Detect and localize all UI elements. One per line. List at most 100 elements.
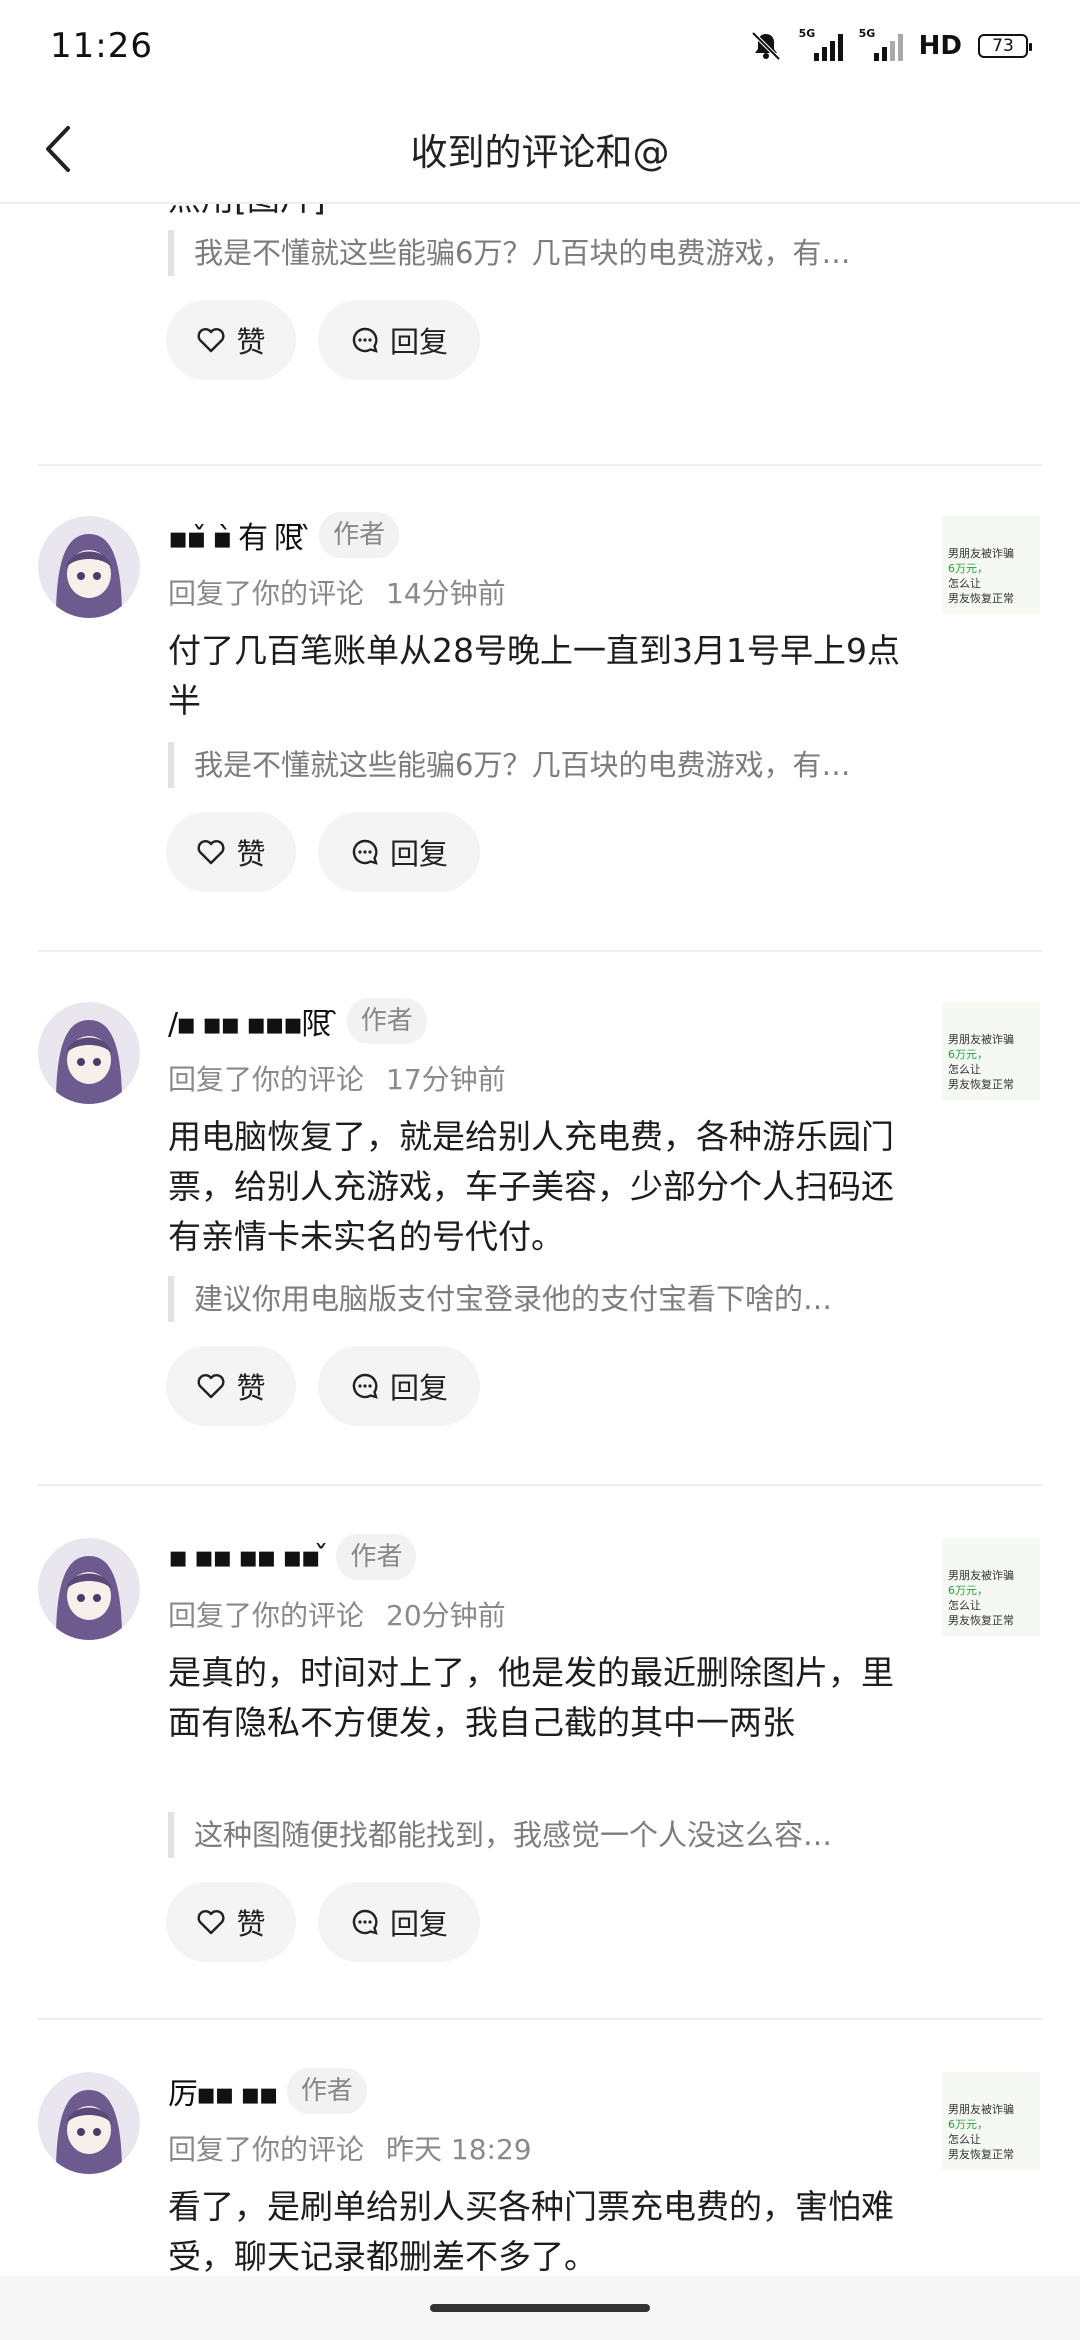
thumb-line: 男友恢复正常 [948,1078,1014,1091]
timestamp: 14分钟前 [386,577,506,610]
mute-bell-icon [751,31,781,61]
avatar[interactable] [38,516,140,618]
reply-label: 回复 [389,837,448,871]
avatar[interactable] [38,1002,140,1104]
action-text: 回复了你的评论 [168,1063,365,1096]
heart-icon [197,1374,225,1399]
signal-icon: 5G [799,27,843,61]
hd-indicator: HD [918,31,962,61]
home-indicator[interactable] [430,2304,650,2312]
username[interactable]: 厉▪▪ ▪▪ [168,2069,279,2113]
thumb-line: 怎么让 [948,577,981,590]
post-thumbnail[interactable]: 男朋友被诈骗 6万元， 怎么让 男友恢复正常 [942,1538,1040,1636]
action-text: 回复了你的评论 [168,2133,365,2166]
reply-button[interactable]: 回复 [318,812,480,892]
page-title: 收到的评论和@ [410,131,670,174]
reply-label: 回复 [389,1371,448,1405]
battery-icon: 73 [978,34,1032,58]
thumb-line: 男朋友被诈骗 [948,1033,1014,1046]
thumb-line: 6万元， [948,1048,988,1061]
author-badge: 作者 [286,2068,367,2114]
reply-button[interactable]: 回复 [318,1346,480,1426]
quoted-comment[interactable]: 我是不懂就这些能骗6万？几百块的电费游戏，有… [168,230,908,276]
thumb-line: 男友恢复正常 [948,592,1014,605]
comment-meta: 回复了你的评论 昨天 18:29 [168,2128,532,2168]
reply-button[interactable]: 回复 [318,300,480,380]
status-time: 11:26 [50,26,153,66]
comment-feed[interactable]: 点用[图片] 我是不懂就这些能骗6万？几百块的电费游戏，有… 赞 回复 ▪▪̌ … [0,204,1080,2276]
post-thumbnail[interactable]: 男朋友被诈骗 6万元， 怎么让 男友恢复正常 [942,516,1040,614]
comment-text[interactable]: 付了几百笔账单从28号晚上一直到3月1号早上9点半 [168,626,908,726]
reply-label: 回复 [389,1907,448,1941]
comment-text[interactable]: 是真的，时间对上了，他是发的最近删除图片，里面有隐私不方便发，我自己截的其中一两… [168,1648,908,1748]
like-label: 赞 [236,837,266,871]
user-row: ▪ ▪▪ ▪▪ ▪▪ ̌ 作者 [168,1532,417,1582]
post-thumbnail[interactable]: 男朋友被诈骗 6万元， 怎么让 男友恢复正常 [942,2072,1040,2170]
comment-bubble-icon [352,1909,378,1935]
like-button[interactable]: 赞 [166,1882,296,1962]
thumb-line: 男朋友被诈骗 [948,1569,1014,1582]
quoted-comment[interactable]: 这种图随便找都能找到，我感觉一个人没这么容… [168,1812,908,1858]
user-row: /▪ ▪▪ ▪▪▪限 ̑ 作者 [168,996,427,1046]
battery-level: 73 [992,36,1014,56]
thumb-line: 怎么让 [948,1063,981,1076]
avatar[interactable] [38,1538,140,1640]
quoted-comment[interactable]: 建议你用电脑版支付宝登录他的支付宝看下啥的… [168,1276,908,1322]
username[interactable]: /▪ ▪▪ ▪▪▪限 ̑ [168,999,339,1043]
timestamp: 20分钟前 [386,1599,506,1632]
comment-meta: 回复了你的评论 17分钟前 [168,1058,506,1098]
reply-button[interactable]: 回复 [318,1882,480,1962]
like-label: 赞 [236,1371,266,1405]
divider [38,1484,1042,1486]
avatar-illustration [38,2072,140,2174]
avatar-illustration [38,516,140,618]
comment-text[interactable]: 用电脑恢复了，就是给别人充电费，各种游乐园门票，给别人充游戏，车子美容，少部分个… [168,1112,908,1262]
thumb-line: 男朋友被诈骗 [948,547,1014,560]
like-button[interactable]: 赞 [166,1346,296,1426]
thumb-line: 男友恢复正常 [948,1614,1014,1627]
like-label: 赞 [236,325,266,359]
comment-bubble-icon [352,839,378,865]
timestamp: 17分钟前 [386,1063,506,1096]
author-badge: 作者 [336,1534,417,1580]
thumb-line: 6万元， [948,562,988,575]
comment-text[interactable]: 看了，是刷单给别人买各种门票充电费的，害怕难受，聊天记录都删差不多了。 [168,2182,908,2276]
username[interactable]: ▪ ▪▪ ▪▪ ▪▪ ̌ [168,1540,328,1575]
user-row: 厉▪▪ ▪▪ 作者 [168,2066,367,2116]
thumb-line: 6万元， [948,2118,988,2131]
quoted-comment[interactable]: 我是不懂就这些能骗6万？几百块的电费游戏，有… [168,742,908,788]
author-badge: 作者 [346,998,427,1044]
author-badge: 作者 [319,512,400,558]
heart-icon [197,840,225,865]
thumb-line: 男朋友被诈骗 [948,2103,1014,2116]
gesture-bar [0,2276,1080,2340]
heart-icon [197,328,225,353]
timestamp: 昨天 18:29 [386,2133,532,2166]
comment-bubble-icon [352,1373,378,1399]
reply-label: 回复 [389,325,448,359]
like-button[interactable]: 赞 [166,812,296,892]
avatar-illustration [38,1002,140,1104]
like-label: 赞 [236,1907,266,1941]
comment-meta: 回复了你的评论 14分钟前 [168,572,506,612]
status-icons: 5G 5G HD 73 [749,27,1032,61]
thumb-line: 6万元， [948,1584,988,1597]
status-bar: 11:26 5G 5G HD 73 [0,0,1080,92]
divider [38,950,1042,952]
comment-meta: 回复了你的评论 20分钟前 [168,1594,506,1634]
like-button[interactable]: 赞 [166,300,296,380]
comment-bubble-icon [352,327,378,353]
user-row: ▪▪̌ ▪̀ 有 限 ̏ 作者 [168,510,400,560]
divider [38,464,1042,466]
comment-text: 点用[图片] [168,204,908,224]
thumb-line: 男友恢复正常 [948,2148,1014,2161]
divider [38,2018,1042,2020]
action-text: 回复了你的评论 [168,1599,365,1632]
action-text: 回复了你的评论 [168,577,365,610]
signal-icon-2: 5G [859,27,903,61]
post-thumbnail[interactable]: 男朋友被诈骗 6万元， 怎么让 男友恢复正常 [942,1002,1040,1100]
avatar[interactable] [38,2072,140,2174]
top-nav: 收到的评论和@ [0,92,1080,204]
heart-icon [197,1910,225,1935]
username[interactable]: ▪▪̌ ▪̀ 有 限 ̏ [168,513,311,557]
